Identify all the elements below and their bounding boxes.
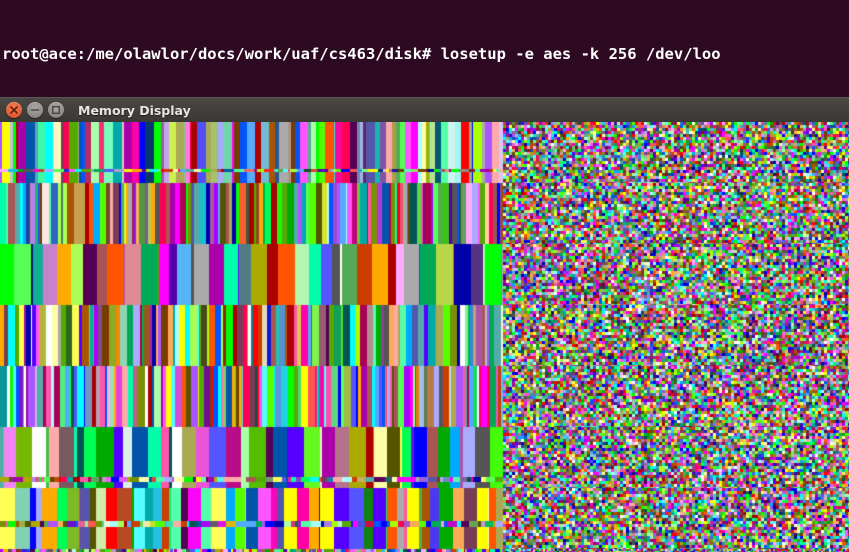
window-titlebar[interactable]: Memory Display: [0, 97, 849, 122]
screen: root@ace:/me/olawlor/docs/work/uaf/cs463…: [0, 0, 849, 552]
window-title: Memory Display: [78, 102, 191, 118]
memory-display-canvas-area[interactable]: [0, 122, 849, 552]
terminal-output: root@ace:/me/olawlor/docs/work/uaf/cs463…: [0, 0, 849, 97]
memory-display-window: Memory Display: [0, 97, 849, 552]
terminal-line: root@ace:/me/olawlor/docs/work/uaf/cs463…: [2, 45, 721, 63]
memory-visualization-canvas[interactable]: [0, 122, 849, 552]
terminal-window[interactable]: root@ace:/me/olawlor/docs/work/uaf/cs463…: [0, 0, 849, 97]
maximize-icon[interactable]: [48, 102, 64, 118]
minimize-icon[interactable]: [27, 102, 43, 118]
close-icon[interactable]: [6, 102, 22, 118]
